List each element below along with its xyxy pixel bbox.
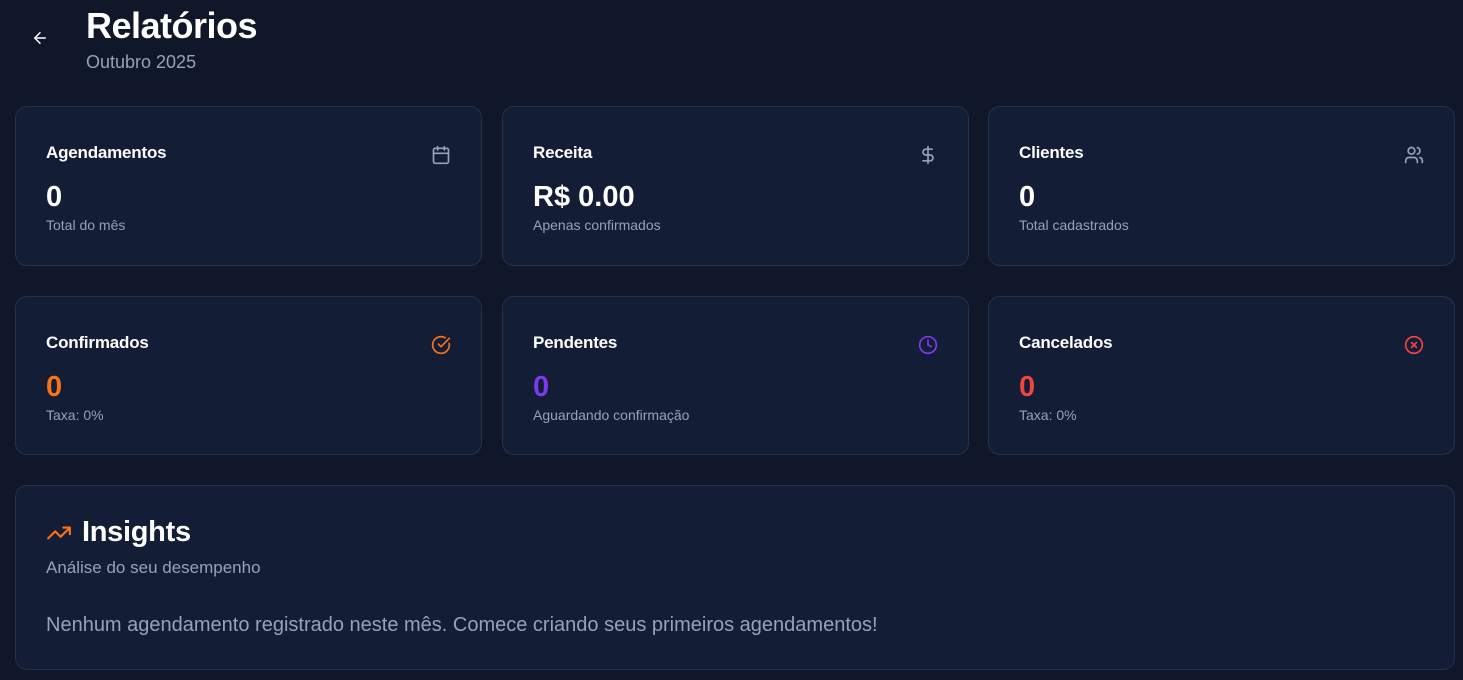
stat-card-cancelados: Cancelados 0 Taxa: 0% — [988, 296, 1455, 455]
card-value: 0 — [1019, 371, 1036, 403]
insights-subtitle: Análise do seu desempenho — [46, 558, 261, 577]
card-value: 0 — [533, 371, 550, 403]
card-title: Pendentes — [533, 333, 618, 352]
stat-card-confirmados: Confirmados 0 Taxa: 0% — [15, 296, 482, 455]
card-description: Total cadastrados — [1019, 217, 1129, 233]
insights-card: Insights Análise do seu desempenho Nenhu… — [15, 485, 1455, 670]
clock-icon — [918, 335, 938, 355]
card-description: Total do mês — [46, 217, 126, 233]
trending-up-icon — [46, 520, 72, 546]
insights-header: Insights — [46, 516, 191, 549]
card-value: 0 — [46, 181, 63, 213]
x-circle-icon — [1404, 335, 1424, 355]
card-description: Taxa: 0% — [46, 407, 104, 423]
insights-message: Nenhum agendamento registrado neste mês.… — [46, 614, 878, 636]
check-circle-icon — [431, 335, 451, 355]
calendar-icon — [431, 145, 451, 165]
card-description: Taxa: 0% — [1019, 407, 1077, 423]
card-description: Apenas confirmados — [533, 217, 661, 233]
card-value: R$ 0.00 — [533, 181, 635, 213]
stat-card-receita: Receita R$ 0.00 Apenas confirmados — [502, 106, 969, 266]
card-value: 0 — [46, 371, 63, 403]
card-description: Aguardando confirmação — [533, 407, 690, 423]
card-title: Cancelados — [1019, 333, 1113, 352]
card-title: Receita — [533, 143, 593, 162]
stat-card-pendentes: Pendentes 0 Aguardando confirmação — [502, 296, 969, 455]
reports-page: Relatórios Outubro 2025 Agendamentos 0 T… — [0, 0, 1463, 680]
stat-card-clientes: Clientes 0 Total cadastrados — [988, 106, 1455, 266]
dollar-icon — [918, 145, 938, 165]
back-button[interactable] — [24, 24, 56, 56]
card-title: Clientes — [1019, 143, 1084, 162]
card-title: Confirmados — [46, 333, 149, 352]
arrow-left-icon — [31, 29, 49, 52]
card-title: Agendamentos — [46, 143, 167, 162]
page-subtitle: Outubro 2025 — [86, 52, 197, 72]
insights-title: Insights — [82, 516, 191, 548]
card-value: 0 — [1019, 181, 1036, 213]
users-icon — [1404, 145, 1424, 165]
stat-card-agendamentos: Agendamentos 0 Total do mês — [15, 106, 482, 266]
page-title: Relatórios — [86, 5, 258, 46]
